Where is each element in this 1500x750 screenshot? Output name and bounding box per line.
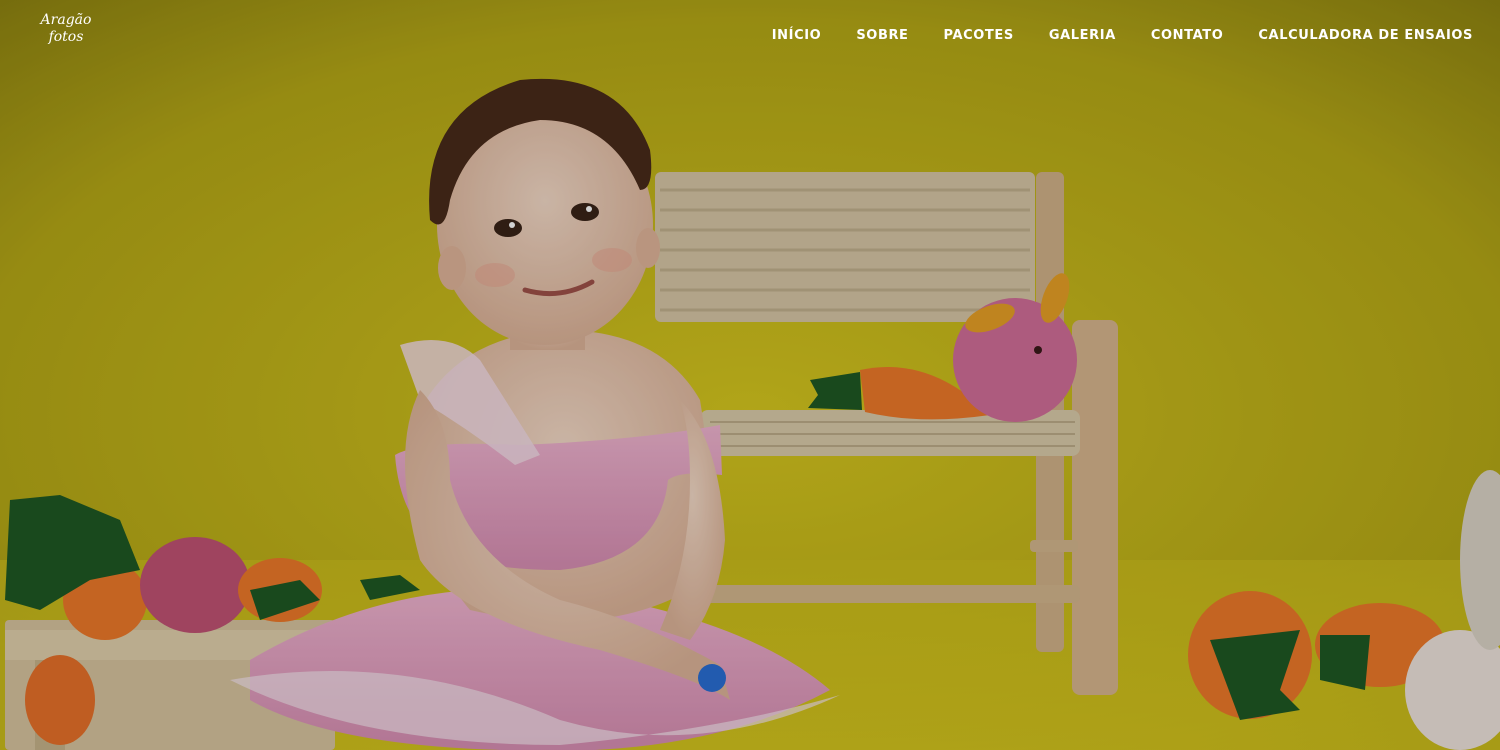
hero-section: Aragão fotos INÍCIO SOBRE PACOTES GALERI… <box>0 0 1500 750</box>
top-navbar: Aragão fotos INÍCIO SOBRE PACOTES GALERI… <box>0 0 1500 72</box>
hero-dark-overlay <box>0 0 1500 750</box>
nav-item-sobre[interactable]: SOBRE <box>856 26 908 46</box>
site-logo[interactable]: Aragão fotos <box>40 12 92 56</box>
logo-line-2: fotos <box>48 29 84 45</box>
nav-item-contato[interactable]: CONTATO <box>1151 26 1224 46</box>
logo-line-1: Aragão <box>40 12 92 28</box>
main-menu: INÍCIO SOBRE PACOTES GALERIA CONTATO CAL… <box>772 26 1473 46</box>
nav-item-calculadora[interactable]: CALCULADORA DE ENSAIOS <box>1258 26 1473 46</box>
nav-item-galeria[interactable]: GALERIA <box>1049 26 1116 46</box>
nav-item-inicio[interactable]: INÍCIO <box>772 26 822 46</box>
nav-item-pacotes[interactable]: PACOTES <box>944 26 1014 46</box>
